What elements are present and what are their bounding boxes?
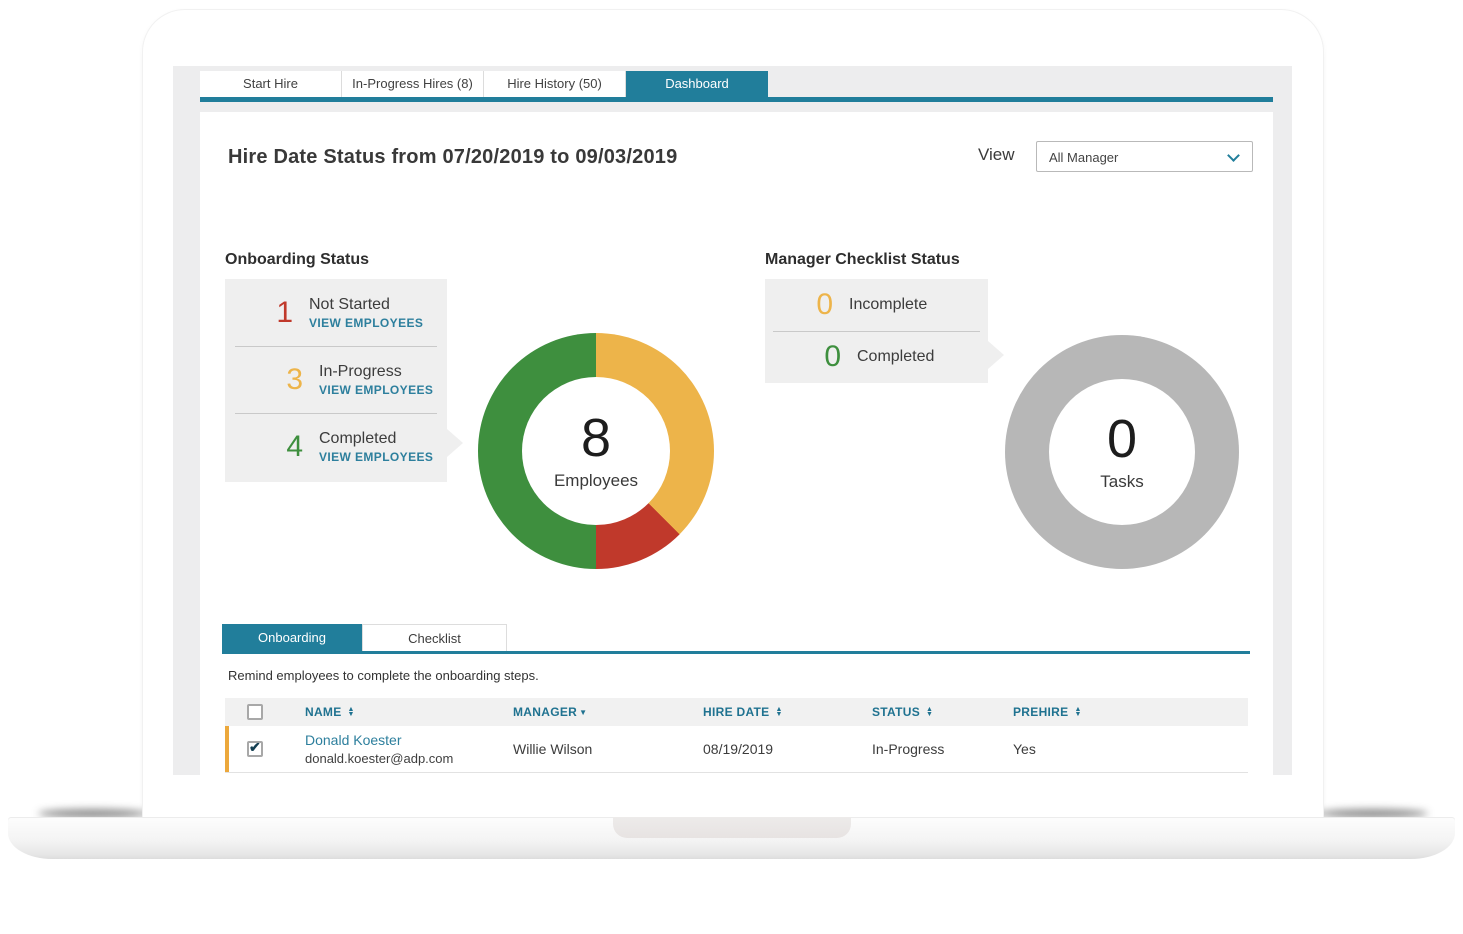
table-header-row: NAME ▲ ▼ MANAGER ▼ HIRE DATE ▲ ▼ STATUS ▲ ▼ <box>225 698 1248 726</box>
employee-email: donald.koester@adp.com <box>305 751 454 766</box>
page-title: Hire Date Status from 07/20/2019 to 09/0… <box>228 146 678 168</box>
checklist-row-incomplete: 0 Incomplete <box>765 279 988 331</box>
table-row: ✔ Donald Koester donald.koester@adp.com … <box>225 726 1248 773</box>
incomplete-count: 0 <box>816 288 833 321</box>
callout-arrow-icon <box>447 429 463 457</box>
name-cell: Donald Koester donald.koester@adp.com <box>285 732 493 766</box>
view-label: View <box>978 145 1015 164</box>
manager-view-selected-value: All Manager <box>1049 150 1119 165</box>
sort-desc-icon: ▼ <box>579 707 588 717</box>
tab-dashboard[interactable]: Dashboard <box>626 71 768 97</box>
onboarding-status-heading: Onboarding Status <box>225 251 369 268</box>
employees-donut-value: 8 <box>580 408 612 468</box>
tab-hire-history[interactable]: Hire History (50) <box>484 71 626 97</box>
hire-date-cell: 08/19/2019 <box>703 741 774 757</box>
manager-checklist-heading: Manager Checklist Status <box>765 251 960 268</box>
in-progress-label: In-Progress <box>319 363 402 380</box>
status-cell: In-Progress <box>872 741 945 757</box>
tasks-donut-value: 0 <box>1106 409 1138 469</box>
view-employees-link-not-started[interactable]: VIEW EMPLOYEES <box>309 316 423 330</box>
checklist-completed-label: Completed <box>857 348 935 365</box>
column-header-manager[interactable]: MANAGER ▼ <box>493 705 683 719</box>
employee-name-link[interactable]: Donald Koester <box>305 732 493 748</box>
dashboard-panel: Hire Date Status from 07/20/2019 to 09/0… <box>200 112 1273 775</box>
select-all-checkbox-cell <box>225 704 285 720</box>
onboarding-status-callout: 1 Not Started VIEW EMPLOYEES 3 In-Progre… <box>225 279 463 482</box>
prehire-cell: Yes <box>1013 741 1036 757</box>
column-header-hire-date[interactable]: HIRE DATE ▲ ▼ <box>683 705 852 719</box>
callout-arrow-icon <box>988 341 1004 369</box>
manager-cell: Willie Wilson <box>513 741 593 757</box>
employees-donut-label: Employees <box>553 471 639 490</box>
onboarding-table: NAME ▲ ▼ MANAGER ▼ HIRE DATE ▲ ▼ STATUS ▲ ▼ <box>225 698 1248 773</box>
not-started-count: 1 <box>276 295 293 329</box>
manager-view-dropdown[interactable]: All Manager <box>1036 141 1253 172</box>
sort-icon: ▲ ▼ <box>926 706 934 718</box>
sort-icon: ▲ ▼ <box>347 706 355 718</box>
completed-label: Completed <box>319 430 397 447</box>
incomplete-label: Incomplete <box>849 296 928 313</box>
laptop-base <box>8 817 1455 859</box>
tasks-donut-label: Tasks <box>1100 472 1144 491</box>
column-header-status[interactable]: STATUS ▲ ▼ <box>852 705 993 719</box>
manager-checklist-callout: 0 Incomplete 0 Completed <box>765 279 1004 383</box>
laptop-mockup: Start Hire In-Progress Hires (8) Hire Hi… <box>0 0 1463 934</box>
employees-donut-chart: 8 Employees <box>478 333 714 569</box>
lower-tab-underline <box>222 651 1250 654</box>
in-progress-count: 3 <box>286 363 303 396</box>
column-header-prehire[interactable]: PREHIRE ▲ ▼ <box>993 705 1248 719</box>
chevron-down-icon <box>1227 149 1240 162</box>
tab-onboarding[interactable]: Onboarding <box>222 624 362 651</box>
status-row-not-started: 1 Not Started VIEW EMPLOYEES <box>225 279 447 346</box>
tab-start-hire[interactable]: Start Hire <box>200 71 342 97</box>
column-header-name[interactable]: NAME ▲ ▼ <box>285 705 493 719</box>
top-tab-bar: Start Hire In-Progress Hires (8) Hire Hi… <box>200 71 768 97</box>
laptop-base-notch <box>612 817 851 838</box>
lower-tab-bar: Onboarding Checklist <box>222 624 507 651</box>
checkmark-icon: ✔ <box>249 739 261 755</box>
select-all-checkbox[interactable] <box>247 704 263 720</box>
tab-in-progress-hires[interactable]: In-Progress Hires (8) <box>342 71 484 97</box>
view-employees-link-completed[interactable]: VIEW EMPLOYEES <box>319 450 433 464</box>
sort-icon: ▲ ▼ <box>775 706 783 718</box>
tab-underline <box>200 97 1273 102</box>
checklist-row-completed: 0 Completed <box>773 331 980 382</box>
tasks-donut-chart: 0 Tasks <box>1005 335 1239 569</box>
row-status-stripe <box>225 726 229 772</box>
row-checkbox-cell: ✔ <box>225 739 285 757</box>
row-checkbox[interactable]: ✔ <box>247 739 263 757</box>
app-screen: Start Hire In-Progress Hires (8) Hire Hi… <box>173 66 1292 775</box>
status-row-completed: 4 Completed VIEW EMPLOYEES <box>235 413 437 480</box>
not-started-label: Not Started <box>309 295 390 313</box>
checklist-completed-count: 0 <box>824 340 841 373</box>
status-row-in-progress: 3 In-Progress VIEW EMPLOYEES <box>235 346 437 413</box>
completed-count: 4 <box>286 430 303 463</box>
view-employees-link-in-progress[interactable]: VIEW EMPLOYEES <box>319 383 433 397</box>
tab-checklist[interactable]: Checklist <box>362 624 507 651</box>
sort-icon: ▲ ▼ <box>1074 706 1082 718</box>
remind-note: Remind employees to complete the onboard… <box>228 668 539 683</box>
